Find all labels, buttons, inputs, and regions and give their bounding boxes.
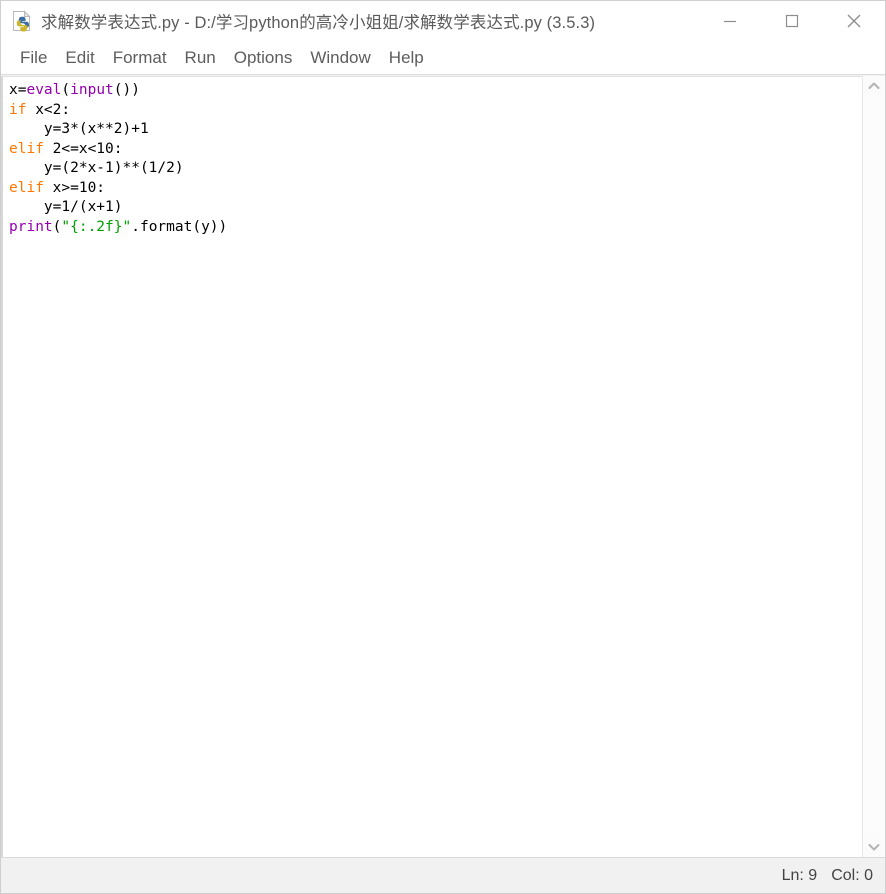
title-bar: 求解数学表达式.py - D:/学习python的高冷小姐姐/求解数学表达式.p… [1, 1, 885, 41]
close-button[interactable] [823, 1, 885, 41]
window-controls [699, 1, 885, 41]
menu-item-edit[interactable]: Edit [56, 46, 103, 70]
scrollbar-track[interactable] [863, 96, 885, 837]
code-token: elif [9, 140, 44, 157]
code-line: x=eval(input()) [9, 81, 862, 101]
code-token: x>=10: [43, 179, 106, 196]
menu-item-options[interactable]: Options [225, 46, 302, 70]
editor-area: x=eval(input()) if x<2: y=3*(x**2)+1 elif … [1, 75, 885, 857]
menu-item-window[interactable]: Window [301, 46, 379, 70]
vertical-scrollbar[interactable] [862, 76, 885, 857]
maximize-button[interactable] [761, 1, 823, 41]
code-token: ( [61, 82, 71, 98]
code-token: "{:.2f}" [61, 218, 132, 235]
status-column-number: Col: 0 [831, 866, 873, 884]
code-token: y=3*(x**2)+1 [9, 121, 149, 137]
code-text-editor[interactable]: x=eval(input()) if x<2: y=3*(x**2)+1 elif … [1, 76, 862, 857]
code-token: print [9, 218, 53, 235]
source-code: x=eval(input()) if x<2: y=3*(x**2)+1 elif … [9, 81, 862, 237]
code-line: y=3*(x**2)+1 [9, 120, 862, 140]
code-token: x<2: [26, 101, 71, 118]
status-bar: Ln: 9 Col: 0 [1, 857, 885, 893]
code-token: y=1/(x+1) [9, 199, 123, 215]
idle-editor-window: 求解数学表达式.py - D:/学习python的高冷小姐姐/求解数学表达式.p… [0, 0, 886, 894]
scrollbar-thumb[interactable] [865, 96, 883, 837]
code-line: y=1/(x+1) [9, 198, 862, 218]
code-token: eval [26, 82, 62, 98]
menu-item-help[interactable]: Help [380, 46, 433, 70]
menu-item-run[interactable]: Run [176, 46, 225, 70]
code-line: elif 2<=x<10: [9, 140, 862, 160]
minimize-button[interactable] [699, 1, 761, 41]
code-token: .format(y)) [131, 218, 228, 235]
code-line: if x<2: [9, 101, 862, 121]
status-line-number: Ln: 9 [781, 866, 818, 884]
code-token: input [70, 82, 114, 98]
scroll-down-arrow-icon[interactable] [863, 837, 885, 857]
python-file-icon [11, 10, 33, 32]
code-token: if [9, 101, 27, 118]
scroll-up-arrow-icon[interactable] [863, 76, 885, 96]
code-line: elif x>=10: [9, 179, 862, 199]
code-line: y=(2*x-1)**(1/2) [9, 159, 862, 179]
menu-item-file[interactable]: File [11, 46, 56, 70]
code-token: 2<=x<10: [43, 140, 123, 157]
code-token: elif [9, 179, 44, 196]
menu-bar: File Edit Format Run Options Window Help [1, 41, 885, 75]
code-line: print("{:.2f}".format(y)) [9, 218, 862, 238]
window-title: 求解数学表达式.py - D:/学习python的高冷小姐姐/求解数学表达式.p… [41, 14, 596, 32]
code-token: ()) [113, 82, 140, 98]
code-token: x= [9, 82, 27, 98]
menu-item-format[interactable]: Format [104, 46, 176, 70]
code-token: y=(2*x-1)**(1/2) [9, 160, 184, 176]
